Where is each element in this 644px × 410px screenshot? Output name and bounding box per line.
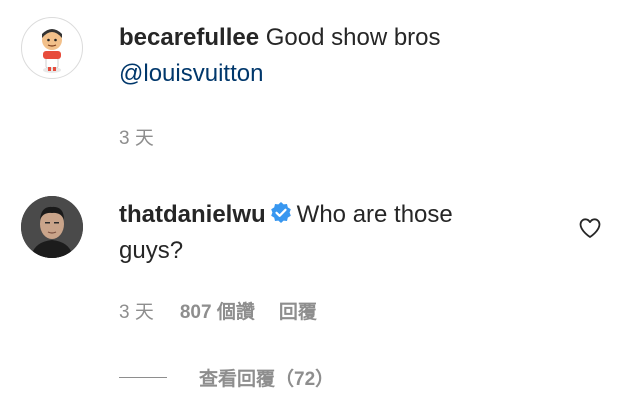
comment-body: Good show bros [265,24,441,51]
comment-time[interactable]: 3 天 [119,123,154,150]
avatar[interactable] [21,17,83,79]
comment-username[interactable]: thatdanielwu [119,201,266,228]
cartoon-avatar-icon [42,29,62,73]
verified-badge-icon [270,202,291,223]
profile-photo-icon [21,196,83,258]
mention-link[interactable]: @louisvuitton [119,60,263,87]
divider-line [119,377,167,378]
comment-username[interactable]: becarefullee [119,24,259,51]
comment-time[interactable]: 3 天 [119,297,154,324]
view-replies-label: 查看回覆（72） [199,369,335,390]
comment-body-line2: guys? [119,237,184,264]
comment-text: thatdanielwu Who are those guys? [119,197,569,269]
comment-text: becarefullee Good show bros @louisvuitto… [119,20,569,92]
comment-body: Who are those [296,201,453,228]
comment-meta: 3 天 [119,123,154,150]
view-replies-button[interactable]: 查看回覆（72） [119,364,334,391]
heart-icon[interactable] [578,216,602,240]
likes-count[interactable]: 807 個讚 [180,297,255,324]
avatar[interactable] [21,196,83,258]
reply-button[interactable]: 回覆 [279,297,317,324]
comment-meta: 3 天 807 個讚 回覆 [119,297,317,324]
